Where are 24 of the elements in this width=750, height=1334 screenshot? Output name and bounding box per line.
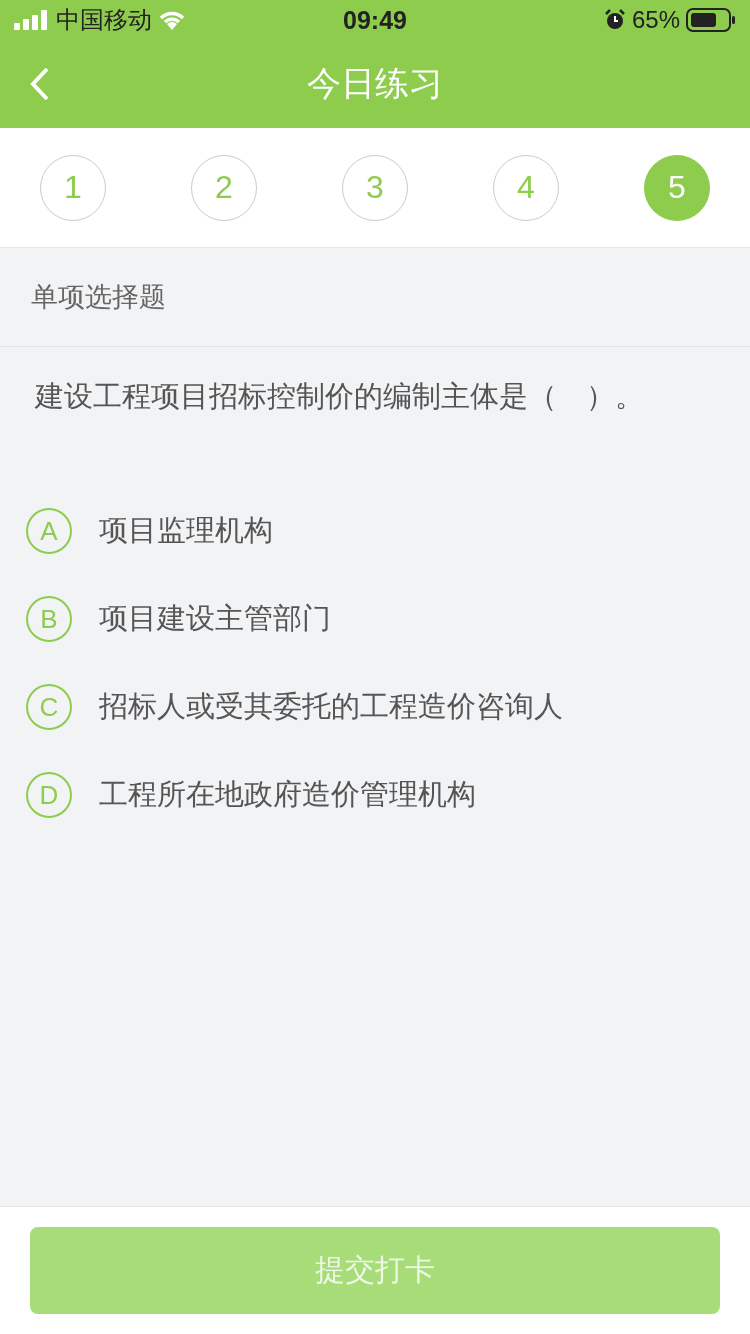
status-time: 09:49 [343,5,407,35]
option-letter[interactable]: B [26,596,72,642]
question-number-tab[interactable]: 2 [191,154,257,221]
option-text[interactable]: 工程所在地政府造价管理机构 [99,775,476,815]
option-letter[interactable]: C [26,684,72,730]
page-title: 今日练习 [307,63,443,104]
question-number-tab[interactable]: 4 [493,154,559,221]
question-text: 建设工程项目招标控制价的编制主体是（ ）。 [33,379,645,414]
option-letter[interactable]: D [26,772,72,818]
option-letter[interactable]: A [26,508,72,554]
signal-icon [14,10,50,30]
option-text[interactable]: 项目监理机构 [99,511,273,551]
back-icon[interactable] [30,67,50,101]
option-text[interactable]: 招标人或受其委托的工程造价咨询人 [99,687,563,727]
option-text[interactable]: 项目建设主管部门 [99,599,331,639]
alarm-clock-icon [603,9,626,31]
question-number-tab[interactable]: 3 [342,154,408,221]
question-number-tab[interactable]: 1 [40,154,106,221]
carrier-name: 中国移动 [56,5,152,35]
question-number-tab[interactable]: 5 [644,154,710,221]
battery-icon [686,8,736,32]
battery-percent: 65% [631,6,680,34]
wifi-icon [158,10,186,30]
section-title: 单项选择题 [0,248,750,347]
